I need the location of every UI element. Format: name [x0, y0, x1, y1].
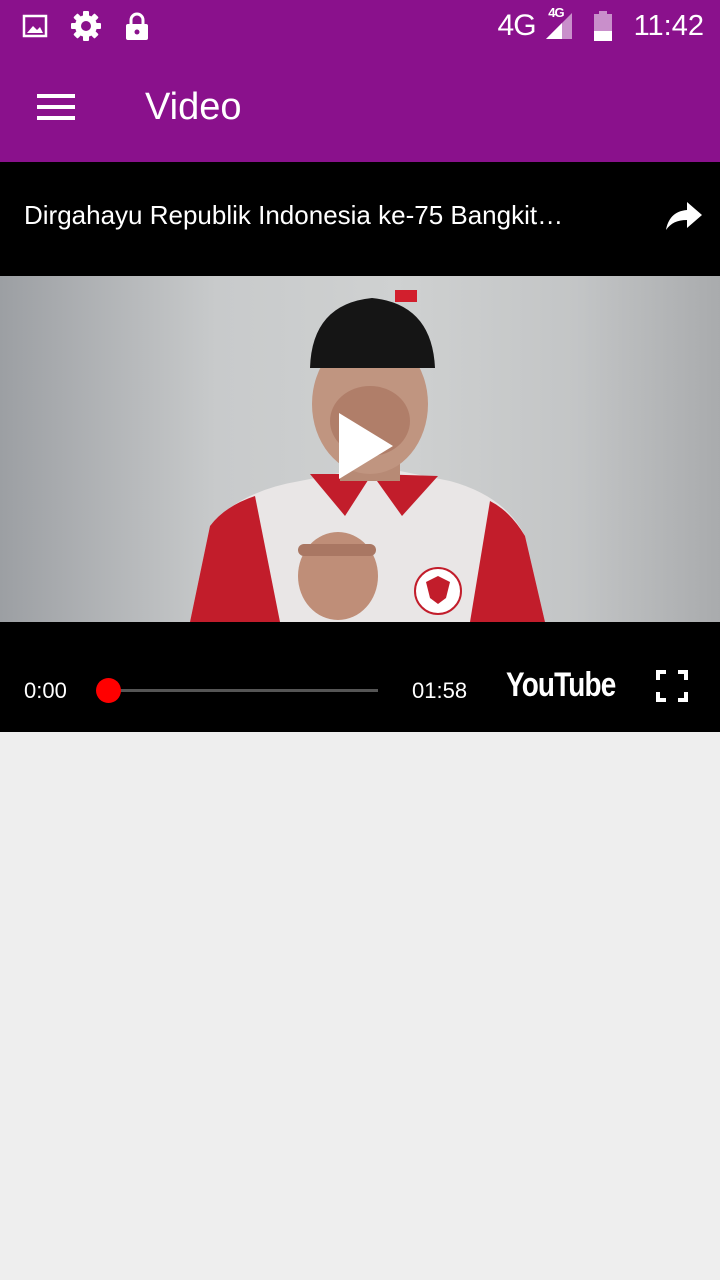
image-icon	[22, 14, 48, 38]
battery-icon	[593, 11, 612, 41]
app-bar: Video	[0, 52, 720, 162]
page-title: Video	[145, 86, 242, 128]
video-title: Dirgahayu Republik Indonesia ke-75 Bangk…	[24, 200, 564, 230]
play-button[interactable]	[320, 401, 410, 491]
share-button[interactable]	[658, 190, 710, 242]
share-arrow-icon	[666, 202, 702, 230]
current-time: 0:00	[24, 678, 67, 703]
status-system-icons: 4G 4G 11:42	[497, 5, 704, 44]
clock: 11:42	[633, 9, 704, 42]
hamburger-menu-icon	[37, 94, 75, 120]
gear-icon	[71, 11, 101, 41]
status-bar: 4G 4G 11:42	[0, 0, 720, 52]
player-controls: 0:00 01:58 YouTube	[0, 622, 720, 732]
network-type: 4G 4G	[497, 5, 565, 42]
menu-button[interactable]	[24, 76, 88, 138]
seek-thumb[interactable]	[96, 678, 121, 703]
status-notification-icons	[22, 8, 150, 44]
video-thumbnail[interactable]	[0, 276, 720, 622]
duration: 01:58	[412, 678, 468, 703]
youtube-logo[interactable]: YouTube	[506, 666, 616, 705]
fullscreen-icon[interactable]	[652, 666, 692, 706]
network-type-sup: 4G	[548, 5, 564, 20]
lock-icon	[126, 12, 148, 40]
play-icon	[339, 413, 393, 479]
seek-bar[interactable]	[108, 689, 378, 692]
video-player: Dirgahayu Republik Indonesia ke-75 Bangk…	[0, 162, 720, 732]
